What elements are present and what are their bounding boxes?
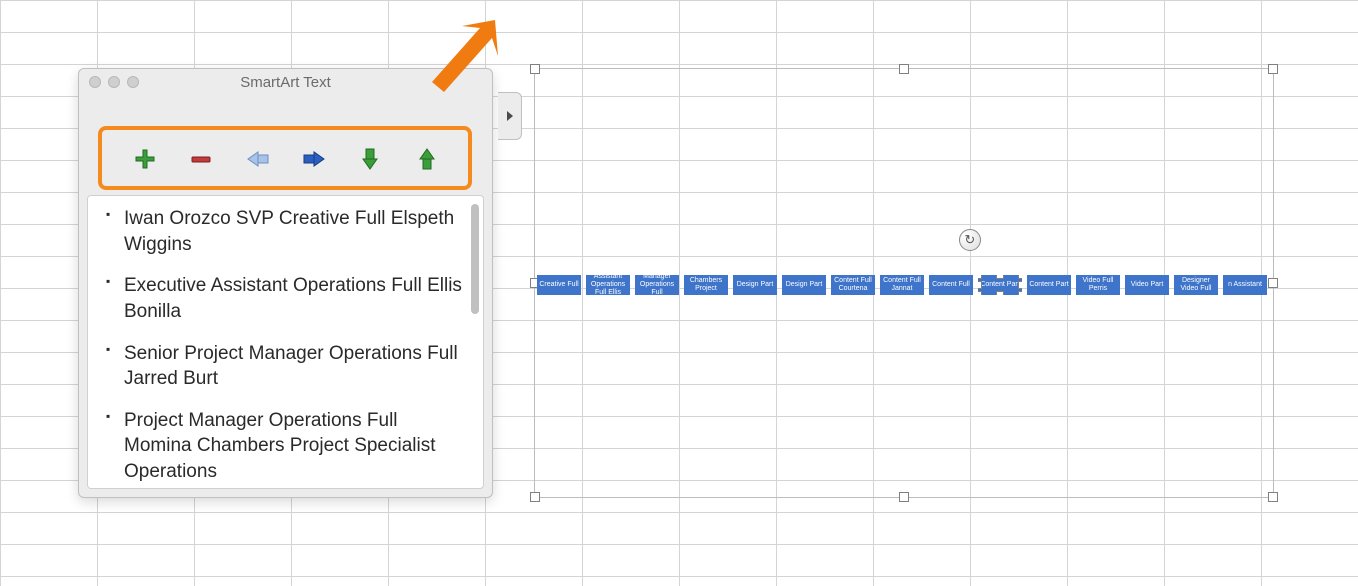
org-node[interactable]: Assistant Operations Full Ellis (586, 275, 630, 295)
org-node[interactable]: Content Full Jannat (880, 275, 924, 295)
org-node[interactable]: n Assistant (1223, 275, 1267, 295)
toolbar-highlight-box (98, 126, 472, 190)
text-list: Iwan Orozco SVP Creative Full Elspeth Wi… (88, 196, 483, 489)
org-node[interactable]: Design Part (782, 275, 826, 295)
resize-handle-br[interactable] (1268, 492, 1278, 502)
org-node[interactable]: Content Part (978, 275, 1022, 295)
org-node[interactable]: Content Full Courtena (831, 275, 875, 295)
node-resize-handle[interactable] (978, 281, 982, 289)
list-item[interactable]: Iwan Orozco SVP Creative Full Elspeth Wi… (106, 206, 465, 257)
panel-titlebar[interactable]: SmartArt Text (79, 69, 492, 95)
org-node[interactable]: Video Full Perris (1076, 275, 1120, 295)
list-item[interactable]: Project Manager Operations Full Momina C… (106, 408, 465, 485)
collapse-panel-button[interactable] (498, 92, 522, 140)
org-node[interactable]: Video Part (1125, 275, 1169, 295)
resize-handle-tr[interactable] (1268, 64, 1278, 74)
zoom-window-icon[interactable] (127, 76, 139, 88)
resize-handle-tm[interactable] (899, 64, 909, 74)
list-item[interactable]: Executive Assistant Operations Full Elli… (106, 273, 465, 324)
smartart-canvas[interactable]: Creative FullAssistant Operations Full E… (534, 68, 1274, 498)
resize-handle-bm[interactable] (899, 492, 909, 502)
org-node[interactable]: Designer Video Full (1174, 275, 1218, 295)
org-node[interactable]: Design Part (733, 275, 777, 295)
node-resize-handle[interactable] (1018, 275, 1022, 279)
minimize-window-icon[interactable] (108, 76, 120, 88)
org-chart-nodes: Creative FullAssistant Operations Full E… (535, 275, 1273, 295)
rotate-handle[interactable] (959, 229, 981, 251)
node-resize-handle[interactable] (978, 291, 982, 295)
text-pane[interactable]: Iwan Orozco SVP Creative Full Elspeth Wi… (87, 195, 484, 489)
resize-handle-tl[interactable] (530, 64, 540, 74)
resize-handle-bl[interactable] (530, 492, 540, 502)
org-node[interactable]: Creative Full (537, 275, 581, 295)
org-node[interactable]: Manager Operations Full (635, 275, 679, 295)
org-node[interactable]: Content Full (929, 275, 973, 295)
scrollbar-thumb[interactable] (471, 204, 479, 314)
window-controls (89, 76, 139, 88)
node-resize-handle[interactable] (1018, 281, 1022, 289)
node-resize-handle[interactable] (996, 275, 1004, 279)
chevron-right-icon (505, 109, 515, 123)
list-item[interactable]: Senior Project Manager Operations Full J… (106, 341, 465, 392)
node-resize-handle[interactable] (978, 275, 982, 279)
node-resize-handle[interactable] (996, 291, 1004, 295)
node-resize-handle[interactable] (1018, 291, 1022, 295)
org-node[interactable]: Content Part (1027, 275, 1071, 295)
close-window-icon[interactable] (89, 76, 101, 88)
panel-title: SmartArt Text (79, 74, 492, 91)
org-node[interactable]: Chambers Project (684, 275, 728, 295)
